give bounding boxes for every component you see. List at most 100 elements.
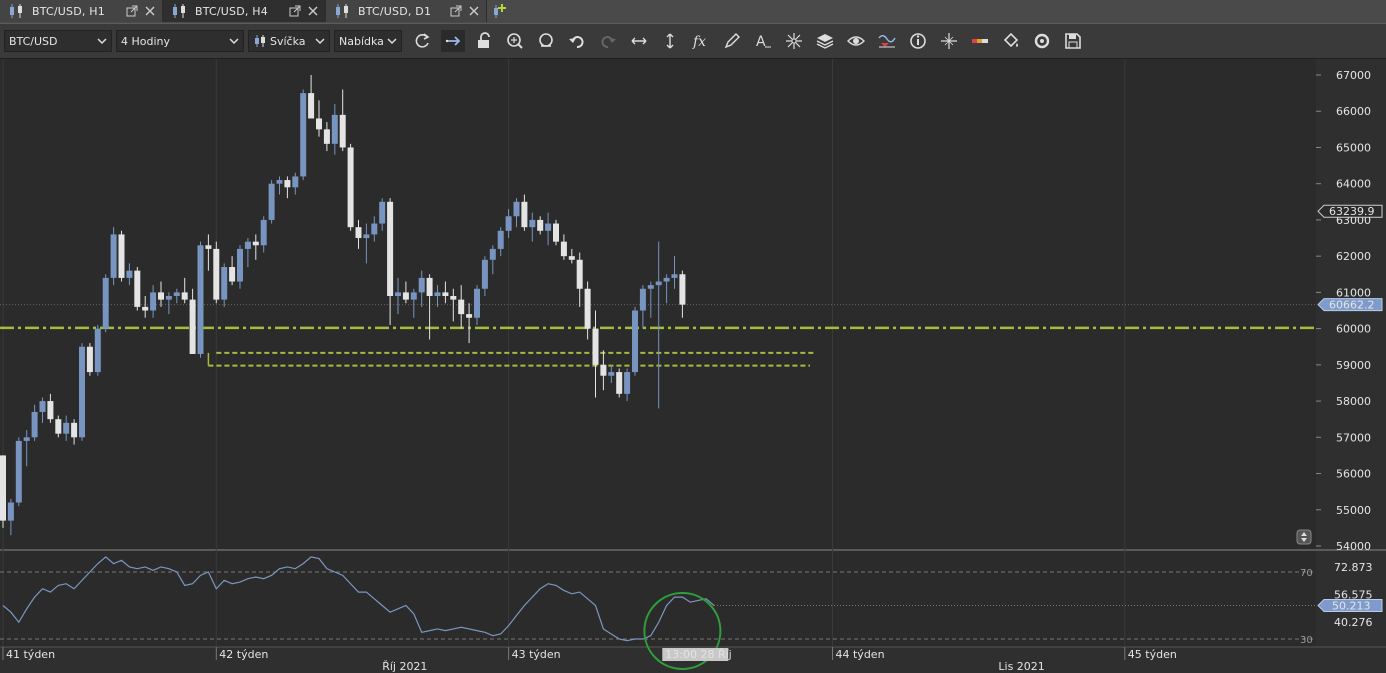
candle-body (671, 274, 678, 278)
horizontal-scale-icon (631, 37, 647, 45)
unlock-button[interactable] (472, 30, 496, 52)
price-tick-label: 56000 (1336, 468, 1371, 481)
text-icon: A (756, 34, 771, 50)
close-icon[interactable] (144, 5, 156, 17)
candle-body (244, 241, 251, 249)
close-icon[interactable] (468, 5, 480, 17)
candle-body (363, 234, 370, 239)
candle-body (134, 270, 141, 307)
candle-body (418, 277, 425, 293)
candle-body (252, 241, 259, 246)
candle-body (545, 223, 552, 231)
candle-body (466, 314, 473, 318)
menu-select-value: Nabídka (339, 34, 384, 48)
chart-area[interactable]: 67000 66000 65000 64000 63000 62000 61000 60000… (0, 59, 1386, 673)
candle-body (213, 248, 220, 300)
close-icon[interactable] (307, 5, 319, 17)
undo-button[interactable] (565, 30, 589, 52)
save-button[interactable] (1061, 30, 1085, 52)
candle-body (71, 422, 78, 438)
candle-body (276, 180, 283, 184)
unlock-icon (478, 32, 490, 48)
candle-body (237, 248, 243, 282)
vertical-scale-icon (666, 33, 674, 49)
popout-icon[interactable] (450, 5, 462, 17)
candle-body (316, 118, 322, 130)
crosshair-icon (786, 33, 802, 49)
svg-text:A: A (756, 34, 766, 50)
cursor-cross-button[interactable] (937, 30, 961, 52)
chart-toolbar: BTC/USD 4 Hodiny Svíčka Nabídka fx A (0, 24, 1386, 59)
rsi-scale-label: 40.276 (1334, 616, 1373, 629)
popout-icon[interactable] (126, 5, 138, 17)
price-tick-label: 59000 (1336, 359, 1371, 372)
candle-body (94, 328, 101, 373)
tab-chart-3[interactable]: BTC/USD, D1 (326, 0, 487, 22)
tab-chart-1[interactable]: BTC/USD, H1 (0, 0, 163, 22)
candle-body (173, 292, 180, 297)
candle-body (450, 296, 457, 300)
add-tab-button[interactable] (487, 0, 513, 22)
info-icon (910, 33, 926, 49)
candle-body (560, 241, 567, 257)
candle-body (434, 292, 441, 297)
info-button[interactable] (906, 30, 930, 52)
autoscroll-button[interactable] (441, 30, 465, 52)
candle-body (647, 285, 654, 289)
month-label: Říj 2021 (382, 660, 427, 673)
chart-type-select[interactable]: Svíčka (248, 30, 330, 52)
candle-body (268, 183, 275, 220)
vertical-scale-button[interactable] (658, 30, 682, 52)
candle-body (663, 277, 670, 282)
tab-chart-2[interactable]: BTC/USD, H4 (163, 0, 326, 22)
price-chart[interactable]: 6700066000650006400063000620006100060000… (0, 59, 1386, 673)
redo-button[interactable] (596, 30, 620, 52)
color-bar-button[interactable] (968, 30, 992, 52)
candle-body (395, 292, 401, 297)
candle-body (410, 292, 417, 300)
function-button[interactable]: fx (689, 30, 713, 52)
undo-icon (569, 36, 584, 48)
symbol-select-value: BTC/USD (9, 34, 58, 48)
refresh-button[interactable] (410, 30, 434, 52)
candle-body (608, 372, 615, 376)
month-label: Lis 2021 (998, 660, 1044, 673)
rsi-level-label: 30 (1300, 635, 1313, 646)
horizontal-scale-button[interactable] (627, 30, 651, 52)
cycle-button[interactable] (1030, 30, 1054, 52)
text-button[interactable]: A (751, 30, 775, 52)
crosshair-button[interactable] (782, 30, 806, 52)
price-tick-label: 64000 (1336, 178, 1371, 191)
candle-body (481, 259, 488, 289)
paint-bucket-button[interactable] (999, 30, 1023, 52)
indicator-icon (878, 35, 896, 48)
price-tick-label: 65000 (1336, 141, 1371, 154)
candle-body (379, 201, 386, 224)
layers-button[interactable] (813, 30, 837, 52)
candle-body (529, 219, 536, 228)
zoom-in-button[interactable] (503, 30, 527, 52)
eye-icon (847, 36, 865, 46)
cursor-cross-icon (941, 33, 957, 49)
indicator-button[interactable] (875, 30, 899, 52)
eye-button[interactable] (844, 30, 868, 52)
tab-bar: BTC/USD, H1 BTC/USD, H4 BTC/USD, D1 (0, 0, 1386, 24)
zoom-out-button[interactable] (534, 30, 558, 52)
menu-select[interactable]: Nabídka (334, 30, 402, 52)
symbol-select[interactable]: BTC/USD (4, 30, 112, 52)
candle-body (63, 422, 70, 434)
timeframe-select[interactable]: 4 Hodiny (116, 30, 244, 52)
candle-body (568, 256, 575, 260)
candle-body (592, 328, 599, 365)
candle-body (600, 364, 607, 376)
popout-icon[interactable] (289, 5, 301, 17)
candle-body (426, 277, 433, 297)
pencil-button[interactable] (720, 30, 744, 52)
candle-body (505, 216, 512, 231)
candle-body (197, 245, 204, 354)
candle-body (181, 292, 188, 300)
zoom-out-icon (539, 33, 553, 47)
candle-body (126, 270, 133, 278)
candle-body (15, 440, 22, 503)
candle-body (39, 401, 46, 412)
